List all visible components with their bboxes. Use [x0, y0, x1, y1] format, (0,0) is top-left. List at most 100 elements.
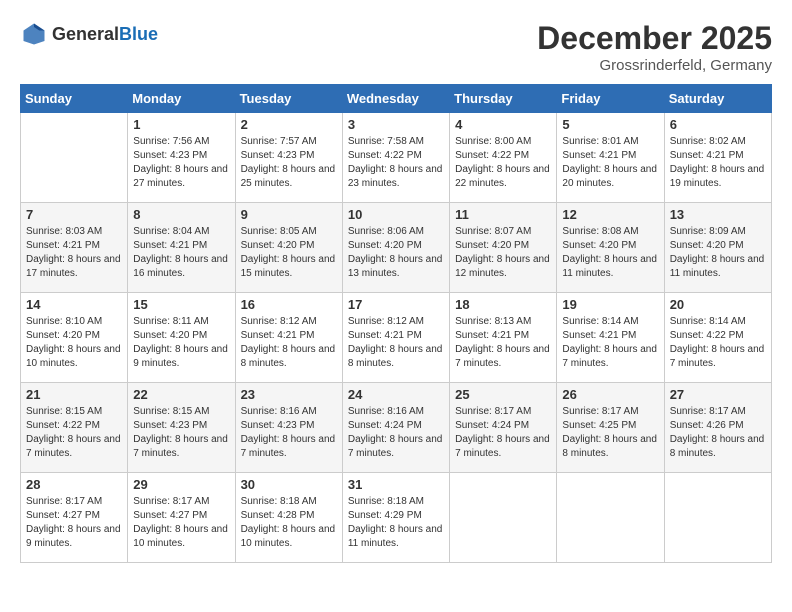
- day-number: 13: [670, 207, 766, 222]
- calendar-cell: 11 Sunrise: 8:07 AMSunset: 4:20 PMDayligh…: [450, 203, 557, 293]
- day-info: Sunrise: 8:15 AMSunset: 4:22 PMDaylight:…: [26, 405, 122, 461]
- calendar-cell: 16Sunrise: 8:12 AMSunset: 4:21 PMDayligh…: [235, 293, 342, 383]
- day-info: Sunrise: 8:00 AMSunset: 4:22 PMDaylight:…: [455, 135, 551, 191]
- day-number: 31: [348, 477, 444, 492]
- day-info: Sunrise: 8:07 AMSunset: 4:20 PMDaylight:…: [455, 225, 551, 281]
- calendar-cell: [450, 473, 557, 563]
- day-info: Sunrise: 8:16 AMSunset: 4:24 PMDaylight:…: [348, 405, 444, 461]
- day-info: Sunrise: 8:10 AMSunset: 4:20 PMDaylight:…: [26, 315, 122, 371]
- day-number: 26: [562, 387, 658, 402]
- day-info: Sunrise: 8:04 AMSunset: 4:21 PMDaylight:…: [133, 225, 229, 281]
- page-header: GeneralBlue December 2025 Grossrinderfel…: [20, 20, 772, 74]
- calendar-cell: 26 Sunrise: 8:17 AMSunset: 4:25 PMDayligh…: [557, 383, 664, 473]
- day-number: 30: [241, 477, 337, 492]
- logo-text-blue: Blue: [119, 24, 158, 44]
- calendar-cell: 19 Sunrise: 8:14 AMSunset: 4:21 PMDayligh…: [557, 293, 664, 383]
- calendar-cell: 2Sunrise: 7:57 AMSunset: 4:23 PMDaylight…: [235, 113, 342, 203]
- day-number: 10: [348, 207, 444, 222]
- calendar-header-row: SundayMondayTuesdayWednesdayThursdayFrid…: [21, 85, 772, 113]
- day-info: Sunrise: 7:57 AMSunset: 4:23 PMDaylight:…: [241, 135, 337, 191]
- calendar-cell: 5 Sunrise: 8:01 AMSunset: 4:21 PMDaylight…: [557, 113, 664, 203]
- day-info: Sunrise: 8:12 AMSunset: 4:21 PMDaylight:…: [348, 315, 444, 371]
- day-info: Sunrise: 8:17 AMSunset: 4:27 PMDaylight:…: [26, 495, 122, 551]
- day-number: 9: [241, 207, 337, 222]
- calendar-cell: 13 Sunrise: 8:09 AMSunset: 4:20 PMDayligh…: [664, 203, 771, 293]
- day-info: Sunrise: 8:01 AMSunset: 4:21 PMDaylight:…: [562, 135, 658, 191]
- calendar-cell: 29 Sunrise: 8:17 AMSunset: 4:27 PMDayligh…: [128, 473, 235, 563]
- calendar-cell: 27 Sunrise: 8:17 AMSunset: 4:26 PMDayligh…: [664, 383, 771, 473]
- day-number: 24: [348, 387, 444, 402]
- day-number: 28: [26, 477, 122, 492]
- day-info: Sunrise: 8:17 AMSunset: 4:26 PMDaylight:…: [670, 405, 766, 461]
- day-info: Sunrise: 8:09 AMSunset: 4:20 PMDaylight:…: [670, 225, 766, 281]
- day-of-week-header: Saturday: [664, 85, 771, 113]
- calendar-cell: 9 Sunrise: 8:05 AMSunset: 4:20 PMDaylight…: [235, 203, 342, 293]
- calendar-cell: 12 Sunrise: 8:08 AMSunset: 4:20 PMDayligh…: [557, 203, 664, 293]
- day-info: Sunrise: 8:16 AMSunset: 4:23 PMDaylight:…: [241, 405, 337, 461]
- day-number: 8: [133, 207, 229, 222]
- day-info: Sunrise: 8:18 AMSunset: 4:28 PMDaylight:…: [241, 495, 337, 551]
- day-number: 21: [26, 387, 122, 402]
- calendar-cell: [664, 473, 771, 563]
- day-number: 22: [133, 387, 229, 402]
- day-info: Sunrise: 8:15 AMSunset: 4:23 PMDaylight:…: [133, 405, 229, 461]
- calendar-cell: 17Sunrise: 8:12 AMSunset: 4:21 PMDayligh…: [342, 293, 449, 383]
- calendar-cell: 22 Sunrise: 8:15 AMSunset: 4:23 PMDayligh…: [128, 383, 235, 473]
- logo: GeneralBlue: [20, 20, 158, 48]
- day-number: 25: [455, 387, 551, 402]
- calendar-cell: 14 Sunrise: 8:10 AMSunset: 4:20 PMDayligh…: [21, 293, 128, 383]
- calendar-cell: 8 Sunrise: 8:04 AMSunset: 4:21 PMDaylight…: [128, 203, 235, 293]
- day-number: 7: [26, 207, 122, 222]
- day-number: 15: [133, 297, 229, 312]
- day-info: Sunrise: 8:17 AMSunset: 4:27 PMDaylight:…: [133, 495, 229, 551]
- calendar-cell: 6Sunrise: 8:02 AMSunset: 4:21 PMDaylight…: [664, 113, 771, 203]
- day-info: Sunrise: 8:17 AMSunset: 4:25 PMDaylight:…: [562, 405, 658, 461]
- calendar-cell: 23 Sunrise: 8:16 AMSunset: 4:23 PMDayligh…: [235, 383, 342, 473]
- day-number: 18: [455, 297, 551, 312]
- day-number: 14: [26, 297, 122, 312]
- calendar-cell: 10 Sunrise: 8:06 AMSunset: 4:20 PMDayligh…: [342, 203, 449, 293]
- day-info: Sunrise: 7:56 AMSunset: 4:23 PMDaylight:…: [133, 135, 229, 191]
- day-of-week-header: Tuesday: [235, 85, 342, 113]
- day-of-week-header: Sunday: [21, 85, 128, 113]
- day-number: 27: [670, 387, 766, 402]
- day-of-week-header: Monday: [128, 85, 235, 113]
- calendar-week-row: 1Sunrise: 7:56 AMSunset: 4:23 PMDaylight…: [21, 113, 772, 203]
- calendar-week-row: 14 Sunrise: 8:10 AMSunset: 4:20 PMDayligh…: [21, 293, 772, 383]
- title-block: December 2025 Grossrinderfeld, Germany: [537, 20, 772, 74]
- calendar-cell: [21, 113, 128, 203]
- calendar-week-row: 21 Sunrise: 8:15 AMSunset: 4:22 PMDayligh…: [21, 383, 772, 473]
- day-info: Sunrise: 8:05 AMSunset: 4:20 PMDaylight:…: [241, 225, 337, 281]
- day-number: 23: [241, 387, 337, 402]
- calendar-cell: 15 Sunrise: 8:11 AMSunset: 4:20 PMDayligh…: [128, 293, 235, 383]
- day-info: Sunrise: 8:14 AMSunset: 4:22 PMDaylight:…: [670, 315, 766, 371]
- logo-text-general: General: [52, 24, 119, 44]
- day-number: 5: [562, 117, 658, 132]
- calendar-cell: 1Sunrise: 7:56 AMSunset: 4:23 PMDaylight…: [128, 113, 235, 203]
- day-number: 19: [562, 297, 658, 312]
- logo-icon: [20, 20, 48, 48]
- day-number: 4: [455, 117, 551, 132]
- day-number: 3: [348, 117, 444, 132]
- day-number: 11: [455, 207, 551, 222]
- day-info: Sunrise: 8:18 AMSunset: 4:29 PMDaylight:…: [348, 495, 444, 551]
- day-info: Sunrise: 8:12 AMSunset: 4:21 PMDaylight:…: [241, 315, 337, 371]
- calendar-cell: 7Sunrise: 8:03 AMSunset: 4:21 PMDaylight…: [21, 203, 128, 293]
- day-info: Sunrise: 8:06 AMSunset: 4:20 PMDaylight:…: [348, 225, 444, 281]
- calendar-cell: 21 Sunrise: 8:15 AMSunset: 4:22 PMDayligh…: [21, 383, 128, 473]
- day-number: 12: [562, 207, 658, 222]
- calendar-cell: 3 Sunrise: 7:58 AMSunset: 4:22 PMDaylight…: [342, 113, 449, 203]
- calendar-table: SundayMondayTuesdayWednesdayThursdayFrid…: [20, 84, 772, 563]
- day-info: Sunrise: 8:11 AMSunset: 4:20 PMDaylight:…: [133, 315, 229, 371]
- calendar-cell: 31 Sunrise: 8:18 AMSunset: 4:29 PMDayligh…: [342, 473, 449, 563]
- day-info: Sunrise: 7:58 AMSunset: 4:22 PMDaylight:…: [348, 135, 444, 191]
- day-info: Sunrise: 8:14 AMSunset: 4:21 PMDaylight:…: [562, 315, 658, 371]
- calendar-cell: [557, 473, 664, 563]
- day-of-week-header: Thursday: [450, 85, 557, 113]
- day-of-week-header: Wednesday: [342, 85, 449, 113]
- day-info: Sunrise: 8:17 AMSunset: 4:24 PMDaylight:…: [455, 405, 551, 461]
- day-info: Sunrise: 8:08 AMSunset: 4:20 PMDaylight:…: [562, 225, 658, 281]
- day-number: 6: [670, 117, 766, 132]
- calendar-week-row: 28 Sunrise: 8:17 AMSunset: 4:27 PMDayligh…: [21, 473, 772, 563]
- day-number: 29: [133, 477, 229, 492]
